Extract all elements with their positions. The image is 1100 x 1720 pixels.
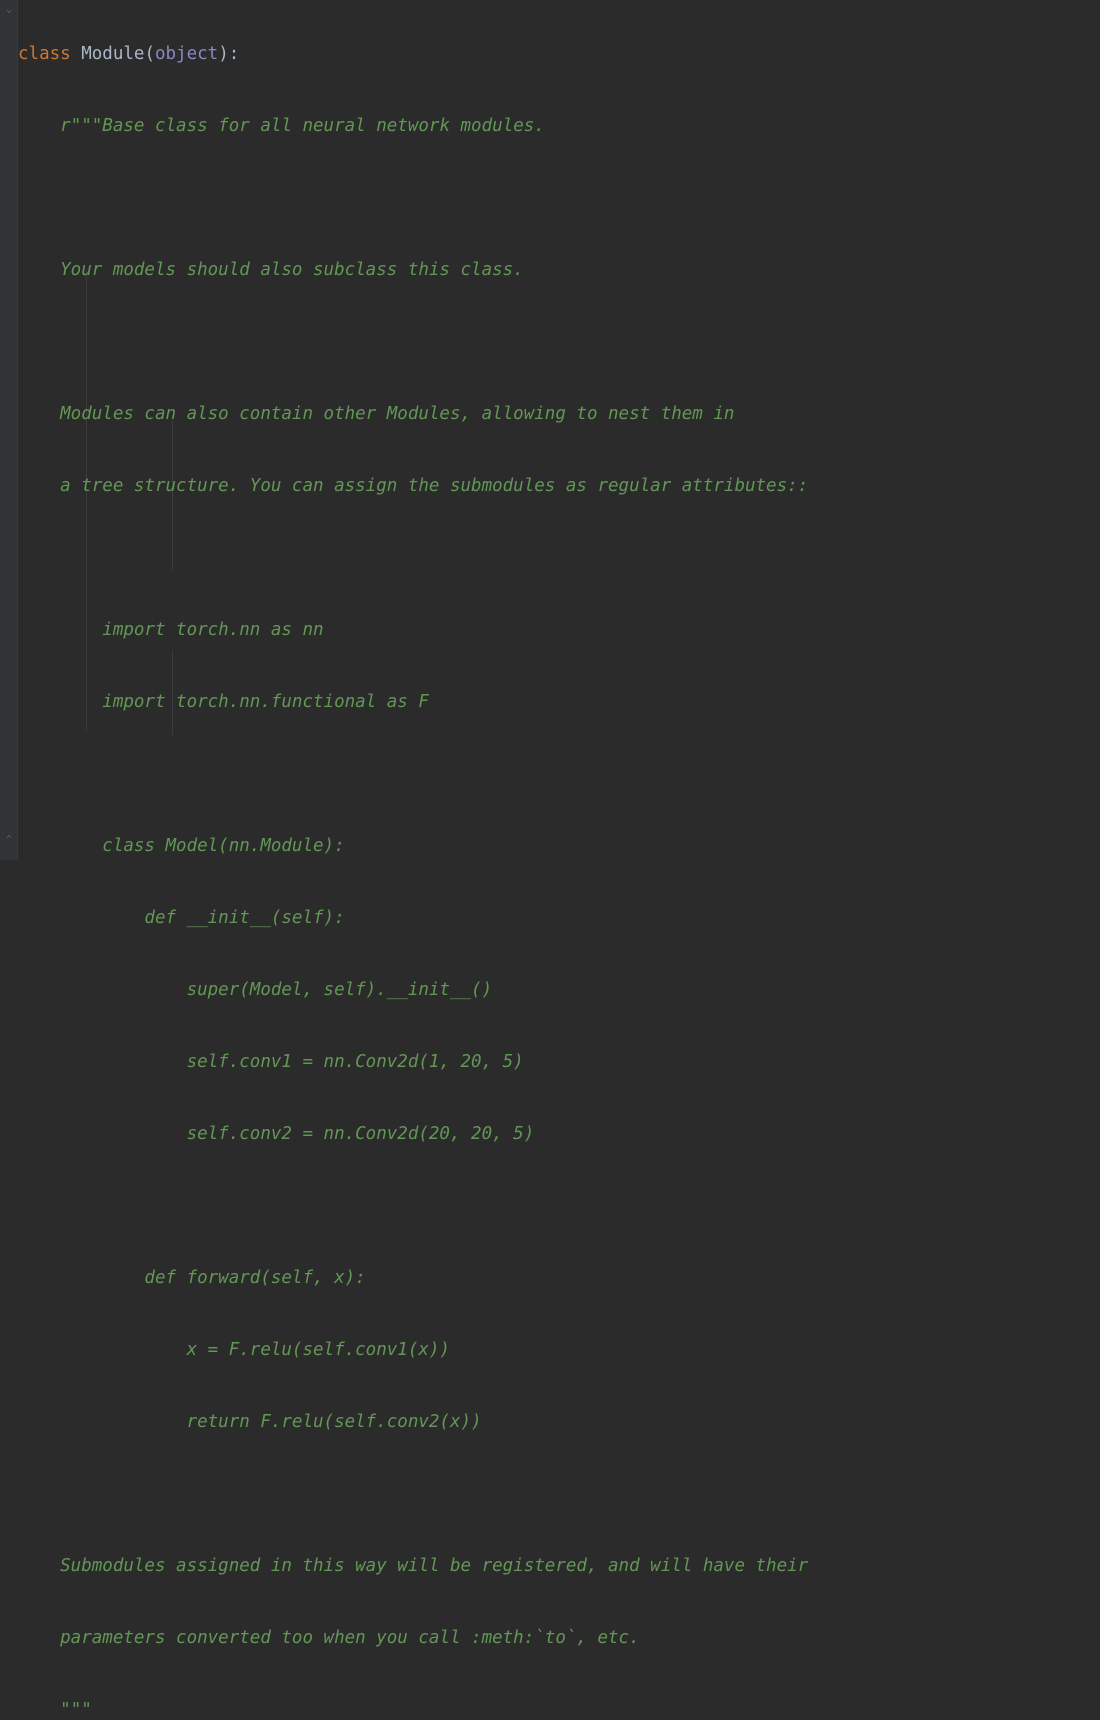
code-line[interactable]: import torch.nn.functional as F [18,684,808,720]
docstring-code: x = F.relu(self.conv1(x)) [18,1340,450,1360]
docstring-text: Base class for all neural network module… [102,116,545,136]
code-line[interactable]: super(Model, self).__init__() [18,972,808,1008]
code-line-blank[interactable] [18,756,808,792]
docstring-text: Submodules assigned in this way will be … [18,1556,808,1576]
code-line[interactable]: self.conv2 = nn.Conv2d(20, 20, 5) [18,1116,808,1152]
code-line-blank[interactable] [18,180,808,216]
docstring-code: class Model(nn.Module): [18,836,345,856]
code-line-blank[interactable] [18,324,808,360]
code-line[interactable]: parameters converted too when you call :… [18,1620,808,1656]
docstring-code: super(Model, self).__init__() [18,980,492,1000]
triple-quote: """ [60,1700,92,1720]
code-line[interactable]: """ [18,1692,808,1720]
docstring-text: a tree structure. You can assign the sub… [18,476,808,496]
docstring-prefix: r [18,116,71,136]
code-line[interactable]: Modules can also contain other Modules, … [18,396,808,432]
docstring-text: Modules can also contain other Modules, … [18,404,734,424]
code-line[interactable]: Your models should also subclass this cl… [18,252,808,288]
triple-quote: """ [71,116,103,136]
docstring-code: import torch.nn as nn [18,620,324,640]
docstring-indent [18,1700,60,1720]
builtin-object: object [155,44,218,64]
code-line[interactable]: import torch.nn as nn [18,612,808,648]
fold-marker-top-icon[interactable]: ⌄ [3,4,15,16]
keyword-class: class [18,44,81,64]
docstring-text: parameters converted too when you call :… [18,1628,640,1648]
punct: ): [218,44,239,64]
docstring-code: def __init__(self): [18,908,345,928]
punct: ( [144,44,155,64]
code-line[interactable]: class Model(nn.Module): [18,828,808,864]
code-line[interactable]: self.conv1 = nn.Conv2d(1, 20, 5) [18,1044,808,1080]
docstring-code: self.conv1 = nn.Conv2d(1, 20, 5) [18,1052,524,1072]
docstring-text: Your models should also subclass this cl… [18,260,524,280]
fold-marker-bottom-icon[interactable]: ⌃ [3,834,15,846]
code-line[interactable]: return F.relu(self.conv2(x)) [18,1404,808,1440]
docstring-code: return F.relu(self.conv2(x)) [18,1412,482,1432]
docstring-code: self.conv2 = nn.Conv2d(20, 20, 5) [18,1124,534,1144]
code-line[interactable]: def forward(self, x): [18,1260,808,1296]
class-name: Module [81,44,144,64]
code-editor-content[interactable]: class Module(object): r"""Base class for… [18,0,808,1720]
code-line-blank[interactable] [18,540,808,576]
code-line-blank[interactable] [18,1476,808,1512]
code-line-blank[interactable] [18,1188,808,1224]
editor-gutter[interactable]: ⌄ ⌃ [0,0,18,860]
code-line[interactable]: class Module(object): [18,36,808,72]
docstring-code: import torch.nn.functional as F [18,692,429,712]
code-line[interactable]: a tree structure. You can assign the sub… [18,468,808,504]
code-line[interactable]: r"""Base class for all neural network mo… [18,108,808,144]
code-line[interactable]: def __init__(self): [18,900,808,936]
code-line[interactable]: x = F.relu(self.conv1(x)) [18,1332,808,1368]
docstring-code: def forward(self, x): [18,1268,366,1288]
code-line[interactable]: Submodules assigned in this way will be … [18,1548,808,1584]
